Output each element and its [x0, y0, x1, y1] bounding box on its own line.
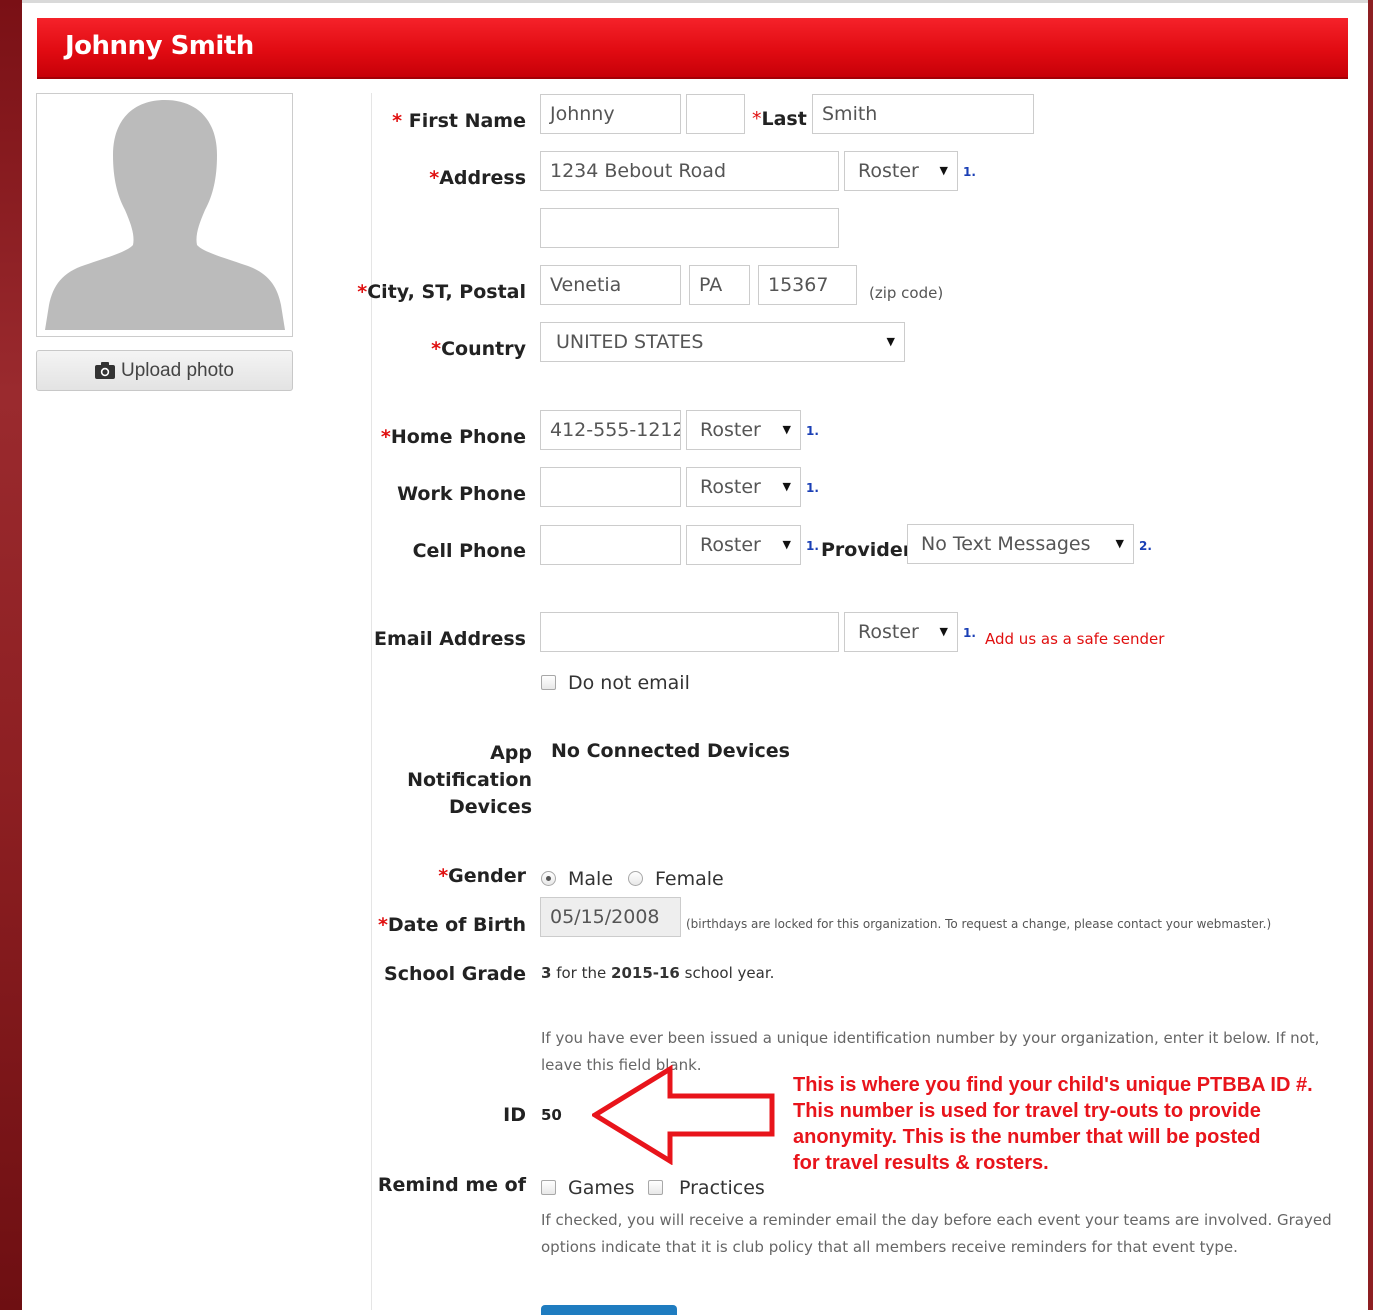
- remind-games-label: Games: [568, 1177, 635, 1199]
- avatar-placeholder-icon: [45, 100, 285, 330]
- chevron-down-icon: ▼: [782, 423, 791, 436]
- last-name-label: *Last: [752, 108, 807, 130]
- safe-sender-link[interactable]: Add us as a safe sender: [985, 630, 1164, 648]
- annotation-arrow-icon: [592, 1065, 775, 1165]
- dob-label: *Date of Birth: [377, 914, 526, 936]
- gender-male-radio[interactable]: [541, 871, 556, 886]
- do-not-email-label: Do not email: [568, 672, 690, 694]
- window-frame-top: [22, 0, 1368, 3]
- window-frame-right: [1368, 0, 1373, 1310]
- school-grade-value: 3 for the 2015-16 school year.: [541, 964, 775, 982]
- address-note: 1.: [963, 165, 976, 179]
- column-divider: [371, 93, 372, 1310]
- id-value: 50: [541, 1106, 562, 1124]
- profile-header: Johnny Smith: [37, 18, 1348, 79]
- work-phone-note: 1.: [806, 481, 819, 495]
- gender-female-radio[interactable]: [628, 871, 643, 886]
- city-label: *City, ST, Postal: [357, 281, 526, 303]
- gender-label: *Gender: [438, 865, 526, 887]
- provider-note: 2.: [1139, 539, 1152, 553]
- zip-hint: (zip code): [869, 284, 944, 302]
- chevron-down-icon: ▼: [886, 335, 895, 348]
- gender-female-label: Female: [655, 868, 724, 890]
- cell-phone-note: 1.: [806, 539, 819, 553]
- country-select[interactable]: UNITED STATES ▼: [540, 322, 905, 362]
- school-grade-label: School Grade: [384, 963, 526, 985]
- first-name-label: * First Name: [392, 110, 526, 132]
- remind-games-checkbox[interactable]: [541, 1180, 556, 1195]
- chevron-down-icon: ▼: [782, 538, 791, 551]
- address-privacy-select[interactable]: Roster ▼: [844, 151, 958, 191]
- home-phone-input[interactable]: 412-555-1212: [540, 410, 681, 450]
- state-input[interactable]: PA: [689, 265, 750, 305]
- postal-input[interactable]: 15367: [758, 265, 857, 305]
- profile-name-title: Johnny Smith: [65, 31, 254, 61]
- address-label: *Address: [429, 167, 526, 189]
- upload-photo-label: Upload photo: [120, 359, 235, 381]
- app-devices-label: App Notification Devices: [407, 742, 532, 818]
- work-phone-input[interactable]: [540, 467, 681, 507]
- remind-practices-checkbox[interactable]: [648, 1180, 663, 1195]
- work-phone-privacy-select[interactable]: Roster ▼: [686, 467, 801, 507]
- window-frame-left: [0, 0, 22, 1310]
- remind-label: Remind me of: [377, 1174, 526, 1196]
- chevron-down-icon: ▼: [782, 480, 791, 493]
- address-line2-input[interactable]: [540, 208, 839, 248]
- remind-help-text: If checked, you will receive a reminder …: [541, 1211, 1332, 1256]
- address-line1-input[interactable]: 1234 Bebout Road: [540, 151, 839, 191]
- home-phone-privacy-select[interactable]: Roster ▼: [686, 410, 801, 450]
- city-input[interactable]: Venetia: [540, 265, 681, 305]
- cell-phone-input[interactable]: [540, 525, 681, 565]
- first-name-input[interactable]: Johnny: [540, 94, 681, 134]
- provider-select[interactable]: No Text Messages ▼: [907, 524, 1134, 564]
- chevron-down-icon: ▼: [939, 625, 948, 638]
- id-label: ID: [503, 1104, 526, 1126]
- email-label: Email Address: [373, 628, 526, 650]
- cell-phone-privacy-select[interactable]: Roster ▼: [686, 525, 801, 565]
- email-privacy-select[interactable]: Roster ▼: [844, 612, 958, 652]
- cell-phone-label: Cell Phone: [412, 540, 526, 562]
- id-annotation-callout: This is where you find your child's uniq…: [793, 1074, 1313, 1174]
- remind-practices-label: Practices: [679, 1177, 765, 1199]
- do-not-email-checkbox[interactable]: [541, 675, 556, 690]
- save-button[interactable]: [541, 1305, 677, 1315]
- gender-male-label: Male: [568, 868, 614, 890]
- work-phone-label: Work Phone: [397, 483, 526, 505]
- home-phone-note: 1.: [806, 424, 819, 438]
- provider-label: Provider: [821, 539, 913, 561]
- chevron-down-icon: ▼: [1115, 537, 1124, 550]
- email-note: 1.: [963, 626, 976, 640]
- camera-icon: [94, 362, 115, 379]
- dob-input: 05/15/2008: [540, 897, 681, 937]
- middle-initial-input[interactable]: [686, 94, 745, 134]
- last-name-input[interactable]: Smith: [812, 94, 1034, 134]
- home-phone-label: *Home Phone: [380, 426, 526, 448]
- app-devices-value: No Connected Devices: [551, 740, 790, 762]
- upload-photo-button[interactable]: Upload photo: [36, 350, 293, 391]
- dob-locked-hint: (birthdays are locked for this organizat…: [686, 917, 1272, 931]
- country-label: *Country: [431, 338, 526, 360]
- chevron-down-icon: ▼: [939, 164, 948, 177]
- email-input[interactable]: [540, 612, 839, 652]
- profile-photo: [36, 93, 293, 337]
